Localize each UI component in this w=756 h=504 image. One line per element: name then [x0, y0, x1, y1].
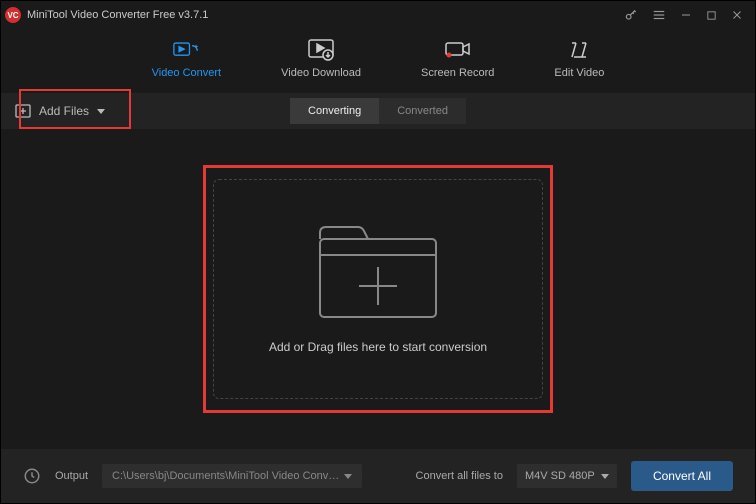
convert-all-button[interactable]: Convert All: [631, 461, 733, 491]
output-path-text: C:\Users\bj\Documents\MiniTool Video Con…: [112, 470, 344, 482]
subtab-converting[interactable]: Converting: [290, 98, 379, 124]
tab-video-convert[interactable]: Video Convert: [152, 39, 222, 79]
format-value: M4V SD 480PCu: [525, 470, 595, 482]
chevron-down-icon: [601, 474, 609, 479]
titlebar: VC MiniTool Video Converter Free v3.7.1: [1, 1, 755, 29]
highlight-dropzone: [203, 165, 553, 413]
chevron-down-icon: [97, 109, 105, 114]
maximize-icon[interactable]: [706, 10, 717, 21]
tab-video-download[interactable]: Video Download: [281, 39, 361, 79]
convert-all-label: Convert all files to: [416, 470, 503, 482]
app-window: VC MiniTool Video Converter Free v3.7.1 …: [0, 0, 756, 504]
minimize-icon[interactable]: [680, 9, 692, 21]
history-icon[interactable]: [23, 467, 41, 485]
output-label: Output: [55, 470, 88, 482]
subtabs: Converting Converted: [290, 98, 466, 124]
output-path-select[interactable]: C:\Users\bj\Documents\MiniTool Video Con…: [102, 464, 362, 488]
add-files-button[interactable]: Add Files: [1, 93, 119, 129]
toolbar: Add Files Converting Converted: [1, 93, 755, 129]
edit-video-icon: [566, 39, 592, 61]
video-download-icon: [308, 39, 334, 61]
app-title: MiniTool Video Converter Free v3.7.1: [27, 9, 624, 21]
tab-label: Video Download: [281, 67, 361, 79]
tab-label: Edit Video: [554, 67, 604, 79]
main-tabs: Video Convert Video Download Screen Reco…: [1, 29, 755, 93]
content-area: Add or Drag files here to start conversi…: [1, 129, 755, 449]
tab-edit-video[interactable]: Edit Video: [554, 39, 604, 79]
menu-icon[interactable]: [652, 8, 666, 22]
subtab-converted[interactable]: Converted: [379, 98, 466, 124]
footer: Output C:\Users\bj\Documents\MiniTool Vi…: [1, 449, 755, 503]
add-file-icon: [15, 104, 31, 118]
chevron-down-icon: [344, 474, 352, 479]
close-icon[interactable]: [731, 9, 743, 21]
tab-screen-record[interactable]: Screen Record: [421, 39, 494, 79]
add-files-label: Add Files: [39, 104, 89, 118]
video-convert-icon: [173, 39, 199, 61]
format-select[interactable]: M4V SD 480PCu: [517, 464, 617, 488]
app-logo-icon: VC: [5, 7, 21, 23]
screen-record-icon: [445, 39, 471, 61]
tab-label: Video Convert: [152, 67, 222, 79]
tab-label: Screen Record: [421, 67, 494, 79]
window-controls: [624, 8, 751, 22]
key-icon[interactable]: [624, 8, 638, 22]
